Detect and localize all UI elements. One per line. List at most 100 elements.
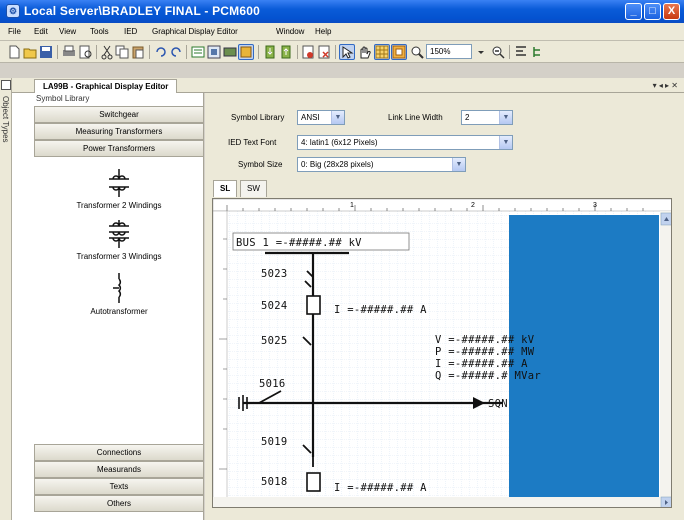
symbol-label: Autotransformer xyxy=(90,307,148,316)
ruler-mark-2: 2 xyxy=(471,202,475,209)
bay-5016-label: 5016 xyxy=(259,378,286,390)
chevron-down-icon[interactable]: ▼ xyxy=(499,111,512,124)
category-measuring-transformers[interactable]: Measuring Transformers xyxy=(34,123,204,140)
app-icon[interactable]: ⚙ xyxy=(6,4,20,18)
redo-icon[interactable] xyxy=(168,44,184,60)
bay-5023-label: 5023 xyxy=(261,268,288,280)
tab-graphical-display-editor[interactable]: LA99B - Graphical Display Editor xyxy=(34,79,178,93)
object-types-label: Object Types xyxy=(1,96,10,143)
open-icon[interactable] xyxy=(22,44,38,60)
zoom-level-value: 150% xyxy=(430,47,451,56)
measurement-voltage: V =-#####.## kV xyxy=(435,334,535,346)
category-connections[interactable]: Connections xyxy=(34,444,204,461)
sqn-label: SQN xyxy=(488,398,508,410)
menu-edit[interactable]: Edit xyxy=(34,27,48,36)
menu-bar: File Edit View Tools IED Graphical Displ… xyxy=(0,23,684,41)
frame-icon[interactable] xyxy=(238,44,254,60)
category-power-transformers[interactable]: Power Transformers xyxy=(34,140,204,157)
report-icon[interactable] xyxy=(300,44,316,60)
category-switchgear[interactable]: Switchgear xyxy=(34,106,204,123)
chevron-down-icon[interactable]: ▼ xyxy=(452,158,465,171)
transformer-3-windings-icon xyxy=(109,220,129,248)
close-button[interactable]: X xyxy=(663,3,680,20)
document-tab-strip: LA99B - Graphical Display Editor ▾ ◂ ▸ ✕ xyxy=(12,78,684,93)
menu-graphical-display-editor[interactable]: Graphical Display Editor xyxy=(152,27,238,36)
symbol-transformer-3-windings[interactable]: Transformer 3 Windings xyxy=(34,220,204,261)
import-icon[interactable] xyxy=(262,44,278,60)
drawing-canvas[interactable]: 1 2 3 BUS 1 =-#####.## kV 5023 5024 I =-… xyxy=(212,198,672,508)
export-icon[interactable] xyxy=(278,44,294,60)
ruler-mark-1: 1 xyxy=(350,202,354,209)
align-icon[interactable] xyxy=(513,44,529,60)
measurement-current: I =-#####.## A xyxy=(435,358,528,370)
symbol-library-panel: Symbol Library Switchgear Measuring Tran… xyxy=(12,93,204,520)
category-measurands[interactable]: Measurands xyxy=(34,461,204,478)
transformer-2-windings-icon xyxy=(109,169,129,197)
cut-icon[interactable] xyxy=(99,44,115,60)
grid-toggle-icon[interactable] xyxy=(374,44,390,60)
symbol-autotransformer[interactable]: Autotransformer xyxy=(34,273,204,316)
print-icon[interactable] xyxy=(61,44,77,60)
symbol-size-select[interactable]: 0: Big (28x28 pixels) ▼ xyxy=(297,157,466,172)
maximize-button[interactable]: □ xyxy=(644,3,661,20)
grid-icon[interactable] xyxy=(222,44,238,60)
measurement-power: P =-#####.## MW xyxy=(435,346,535,358)
undo-icon[interactable] xyxy=(153,44,169,60)
menu-help[interactable]: Help xyxy=(315,27,331,36)
print-preview-icon[interactable] xyxy=(77,44,93,60)
window-title: Local Server\BRADLEY FINAL - PCM600 xyxy=(24,4,260,18)
symbol-transformer-2-windings[interactable]: Transformer 2 Windings xyxy=(34,169,204,210)
menu-tools[interactable]: Tools xyxy=(90,27,109,36)
menu-view[interactable]: View xyxy=(59,27,76,36)
paste-icon[interactable] xyxy=(130,44,146,60)
bay-5025-label: 5025 xyxy=(261,335,288,347)
symbol-library-title: Symbol Library xyxy=(36,94,90,103)
snap-icon[interactable] xyxy=(391,44,407,60)
zoom-level-select[interactable]: 150% xyxy=(426,44,472,59)
delete-icon[interactable] xyxy=(316,44,332,60)
pin-icon[interactable] xyxy=(1,80,11,90)
new-icon[interactable] xyxy=(6,44,22,60)
symbol-size-label: Symbol Size xyxy=(238,160,283,169)
category-others[interactable]: Others xyxy=(34,495,204,512)
document-nav-controls[interactable]: ▾ ◂ ▸ ✕ xyxy=(653,81,678,90)
horizontal-scrollbar[interactable] xyxy=(213,497,672,508)
bus-label: BUS 1 =-#####.## kV xyxy=(236,237,362,249)
minimize-button[interactable]: _ xyxy=(625,3,642,20)
tab-sl[interactable]: SL xyxy=(213,180,238,197)
tab-sw[interactable]: SW xyxy=(240,180,267,197)
save-icon[interactable] xyxy=(38,44,54,60)
symbol-size-value: 0: Big (28x28 pixels) xyxy=(301,160,374,169)
breaker-icon xyxy=(306,472,321,492)
menu-ied[interactable]: IED xyxy=(124,27,137,36)
breaker-icon xyxy=(306,295,321,315)
menu-file[interactable]: File xyxy=(8,27,21,36)
left-ruler xyxy=(213,210,228,500)
symbol-library-label: Symbol Library xyxy=(231,113,285,122)
chevron-down-icon[interactable]: ▼ xyxy=(331,111,344,124)
object-types-strip[interactable]: Object Types xyxy=(0,78,12,520)
hand-icon[interactable] xyxy=(356,44,372,60)
document-tab-title: LA99B - Graphical Display Editor xyxy=(43,82,169,91)
zoom-out-icon[interactable] xyxy=(490,44,506,60)
chevron-down-icon[interactable]: ▼ xyxy=(499,136,512,149)
vertical-scrollbar[interactable] xyxy=(660,211,672,499)
symbol-library-select[interactable]: ANSI ▼ xyxy=(297,110,345,125)
ied-text-font-select[interactable]: 4: latin1 (6x12 Pixels) ▼ xyxy=(297,135,513,150)
category-texts[interactable]: Texts xyxy=(34,478,204,495)
zoom-dropdown-icon[interactable] xyxy=(476,44,486,60)
properties-icon[interactable] xyxy=(190,44,206,60)
menu-window[interactable]: Window xyxy=(276,27,304,36)
copy-icon[interactable] xyxy=(114,44,130,60)
zoom-in-icon[interactable] xyxy=(409,44,425,60)
bay-5019-label: 5019 xyxy=(261,436,288,448)
settings-icon[interactable] xyxy=(206,44,222,60)
link-line-width-select[interactable]: 2 ▼ xyxy=(461,110,513,125)
pointer-icon[interactable] xyxy=(339,44,355,60)
tree-icon[interactable] xyxy=(530,44,546,60)
toolbar: 150% xyxy=(0,41,684,63)
ruler-mark-3: 3 xyxy=(593,202,597,209)
link-line-width-value: 2 xyxy=(465,113,470,122)
ied-text-font-label: IED Text Font xyxy=(228,138,277,147)
ied-text-font-value: 4: latin1 (6x12 Pixels) xyxy=(301,138,378,147)
